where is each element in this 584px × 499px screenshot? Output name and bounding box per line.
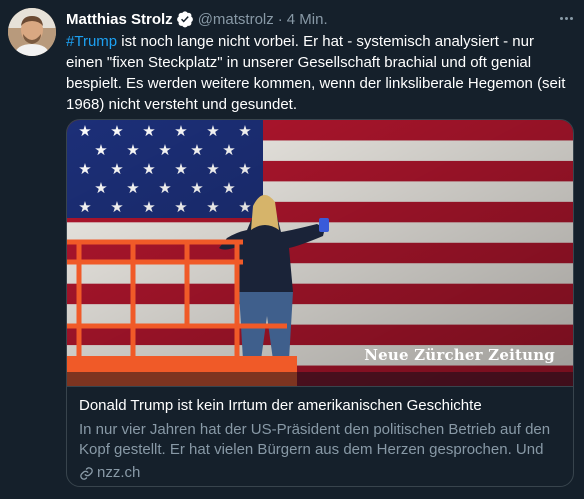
- link-icon: [80, 466, 93, 480]
- separator-dot: ·: [277, 10, 283, 28]
- link-card[interactable]: ★★★★★★★★★★★★★★★★★★★★★★★★★★★★: [66, 119, 574, 487]
- publisher-watermark: Neue Zürcher Zeitung: [364, 346, 555, 364]
- card-body[interactable]: Donald Trump ist kein Irrtum der amerika…: [67, 386, 573, 486]
- card-domain-label: nzz.ch: [97, 464, 141, 481]
- card-title[interactable]: Donald Trump ist kein Irrtum der amerika…: [79, 396, 561, 416]
- tweet[interactable]: Matthias Strolz @matstrolz · 4 Min. #Tru…: [0, 0, 584, 499]
- more-options-icon[interactable]: [556, 8, 576, 28]
- author-name[interactable]: Matthias Strolz: [66, 11, 173, 28]
- timestamp[interactable]: 4 Min.: [287, 11, 328, 28]
- verified-badge-icon: [176, 11, 193, 28]
- tweet-header: Matthias Strolz @matstrolz · 4 Min.: [66, 8, 574, 30]
- tweet-text: #Trump ist noch lange nicht vorbei. Er h…: [66, 31, 574, 115]
- card-image[interactable]: ★★★★★★★★★★★★★★★★★★★★★★★★★★★★: [67, 120, 573, 386]
- author-handle[interactable]: @matstrolz: [198, 11, 274, 28]
- card-domain[interactable]: nzz.ch: [79, 463, 561, 483]
- hashtag-link[interactable]: #Trump: [66, 33, 117, 50]
- avatar[interactable]: [8, 8, 56, 56]
- tweet-body: ist noch lange nicht vorbei. Er hat - sy…: [66, 33, 566, 113]
- card-description: In nur vier Jahren hat der US-Präsident …: [79, 421, 551, 458]
